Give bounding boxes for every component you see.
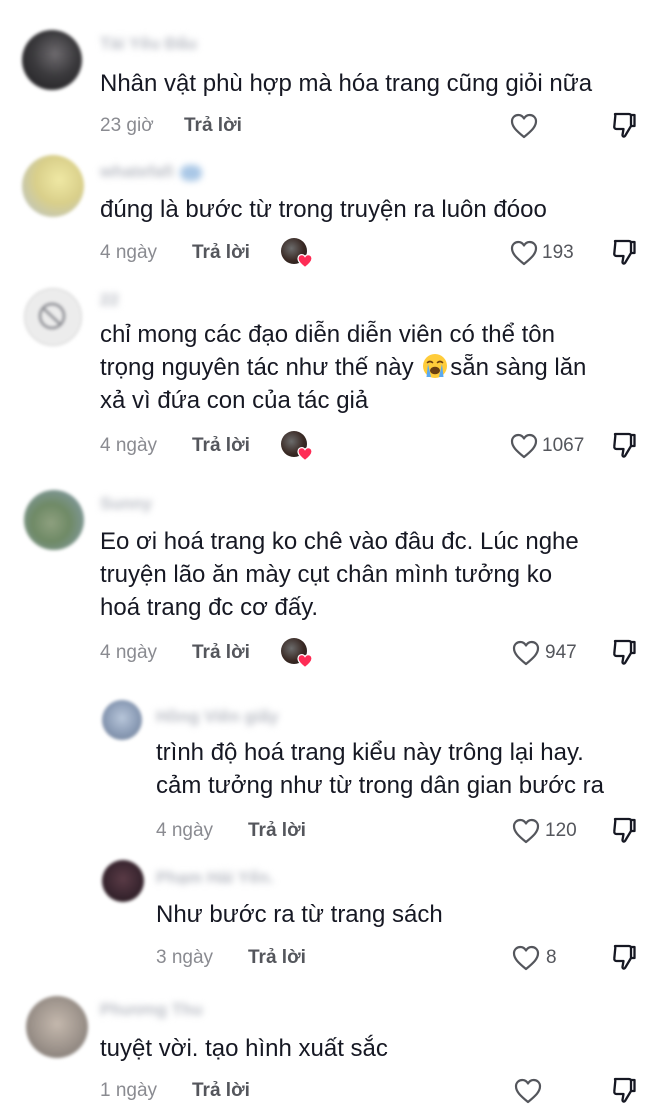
comment-text: Eo ơi hoá trang ko chê vào đâu đc. Lúc n…	[100, 525, 579, 624]
thumbs-down-outline-icon[interactable]	[611, 638, 637, 666]
avatar[interactable]	[102, 860, 144, 902]
reply-button[interactable]: Trả lời	[192, 435, 250, 457]
comment-text: Nhân vật phù hợp mà hóa trang cũng giỏi …	[100, 67, 592, 100]
small-heart-icon	[297, 446, 313, 462]
like-count: 1067	[542, 435, 585, 456]
creator-liked-badge	[281, 238, 311, 268]
comment-username[interactable]: Phương Thu	[100, 1000, 203, 1020]
heart-outline-icon[interactable]	[510, 240, 538, 266]
small-heart-icon	[297, 653, 313, 669]
comment-text-segment: sẵn sàng lăn	[450, 354, 587, 381]
username-emoji-icon	[179, 164, 202, 181]
comment-4: Sunny Eo ơi hoá trang ko chê vào đâu đc.…	[0, 480, 660, 690]
heart-outline-icon[interactable]	[512, 640, 540, 666]
comment-text: trình độ hoá trang kiểu này trông lại ha…	[156, 736, 604, 802]
comment-time: 23 giờ	[100, 115, 154, 136]
comment-text-line: trọng nguyên tác như thế này sẵn sàng lă…	[100, 351, 586, 384]
reply-button[interactable]: Trả lời	[248, 947, 306, 969]
heart-outline-icon[interactable]	[510, 433, 538, 459]
comment-text-line: xả vì đứa con của tác giả	[100, 387, 369, 414]
loudly-crying-face-emoji	[423, 354, 448, 378]
reply-comment-1: Hồng Viên giấy trình độ hoá trang kiểu n…	[0, 690, 660, 850]
reply-button[interactable]: Trả lời	[248, 820, 306, 842]
comment-username[interactable]: 22	[100, 290, 119, 310]
comment-username[interactable]: Phạm Hải Yến.	[156, 868, 274, 888]
avatar[interactable]	[22, 30, 82, 90]
heart-outline-icon[interactable]	[512, 945, 540, 971]
comment-text: đúng là bước từ trong truyện ra luôn đóo…	[100, 193, 547, 226]
comment-text: Như bước ra từ trang sách	[156, 898, 443, 931]
thumbs-down-outline-icon[interactable]	[611, 111, 637, 139]
reply-button[interactable]: Trả lời	[192, 642, 250, 664]
comment-time: 4 ngày	[100, 435, 158, 456]
small-heart-icon	[297, 253, 313, 269]
comment-time: 4 ngày	[100, 642, 158, 663]
heart-outline-icon[interactable]	[514, 1078, 542, 1104]
comment-5: Phương Thu tuyệt vời. tạo hình xuất sắc …	[0, 990, 660, 1118]
comment-text-line: truyện lão ăn mày cụt chân mình tưởng ko	[100, 561, 553, 588]
avatar[interactable]	[22, 155, 84, 217]
comment-text-line: Như bước ra từ trang sách	[156, 901, 443, 928]
default-avatar-icon	[38, 302, 66, 330]
comment-time: 4 ngày	[100, 242, 158, 263]
avatar[interactable]	[24, 490, 84, 550]
like-count: 8	[546, 947, 557, 968]
like-count: 947	[545, 642, 577, 663]
comment-text-segment: trọng nguyên tác như thế này	[100, 354, 421, 381]
heart-outline-icon[interactable]	[512, 818, 540, 844]
creator-liked-badge	[281, 431, 311, 461]
avatar[interactable]	[102, 700, 142, 740]
heart-outline-icon[interactable]	[510, 113, 538, 139]
comment-text-line: trình độ hoá trang kiểu này trông lại ha…	[156, 739, 584, 766]
like-count: 193	[542, 242, 574, 263]
comment-username[interactable]: whatefafi	[100, 162, 202, 182]
avatar[interactable]	[26, 996, 88, 1058]
comment-text-line: Eo ơi hoá trang ko chê vào đâu đc. Lúc n…	[100, 528, 579, 555]
comment-text-line: Nhân vật phù hợp mà hóa trang cũng giỏi …	[100, 70, 593, 97]
reply-comment-2: Phạm Hải Yến. Như bước ra từ trang sách …	[0, 850, 660, 990]
comment-username[interactable]: Tài Yêu Đấu	[100, 34, 197, 54]
comment-text: chỉ mong các đạo diễn diễn viên có thể t…	[100, 318, 586, 417]
thumbs-down-outline-icon[interactable]	[611, 816, 637, 844]
comment-username[interactable]: Sunny	[100, 494, 152, 514]
comment-text-line: tuyệt vời. tạo hình xuất sắc	[100, 1035, 388, 1062]
comment-text-line: chỉ mong các đạo diễn diễn viên có thể t…	[100, 321, 555, 348]
reply-button[interactable]: Trả lời	[192, 1080, 250, 1102]
comment-time: 4 ngày	[156, 820, 214, 841]
thumbs-down-outline-icon[interactable]	[611, 238, 637, 266]
comment-time: 3 ngày	[156, 947, 214, 968]
comment-username-text: whatefafi	[100, 162, 174, 181]
thumbs-down-outline-icon[interactable]	[611, 943, 637, 971]
creator-liked-badge	[281, 638, 311, 668]
comment-time: 1 ngày	[100, 1080, 158, 1101]
comment-text-line: cảm tưởng như từ trong dân gian bước ra	[156, 772, 604, 799]
comment-3: 22 chỉ mong các đạo diễn diễn viên có th…	[0, 280, 660, 480]
comment-text: tuyệt vời. tạo hình xuất sắc	[100, 1032, 388, 1065]
like-count: 120	[545, 820, 577, 841]
comment-2: whatefafi đúng là bước từ trong truyện r…	[0, 150, 660, 280]
comment-text-line: hoá trang đc cơ đấy.	[100, 594, 319, 621]
thumbs-down-outline-icon[interactable]	[611, 431, 637, 459]
thumbs-down-outline-icon[interactable]	[611, 1076, 637, 1104]
comment-text-line: đúng là bước từ trong truyện ra luôn đóo…	[100, 196, 547, 223]
reply-button[interactable]: Trả lời	[192, 242, 250, 264]
reply-button[interactable]: Trả lời	[184, 115, 242, 137]
comment-1: Tài Yêu Đấu Nhân vật phù hợp mà hóa tran…	[0, 0, 660, 150]
comment-username[interactable]: Hồng Viên giấy	[156, 707, 279, 727]
